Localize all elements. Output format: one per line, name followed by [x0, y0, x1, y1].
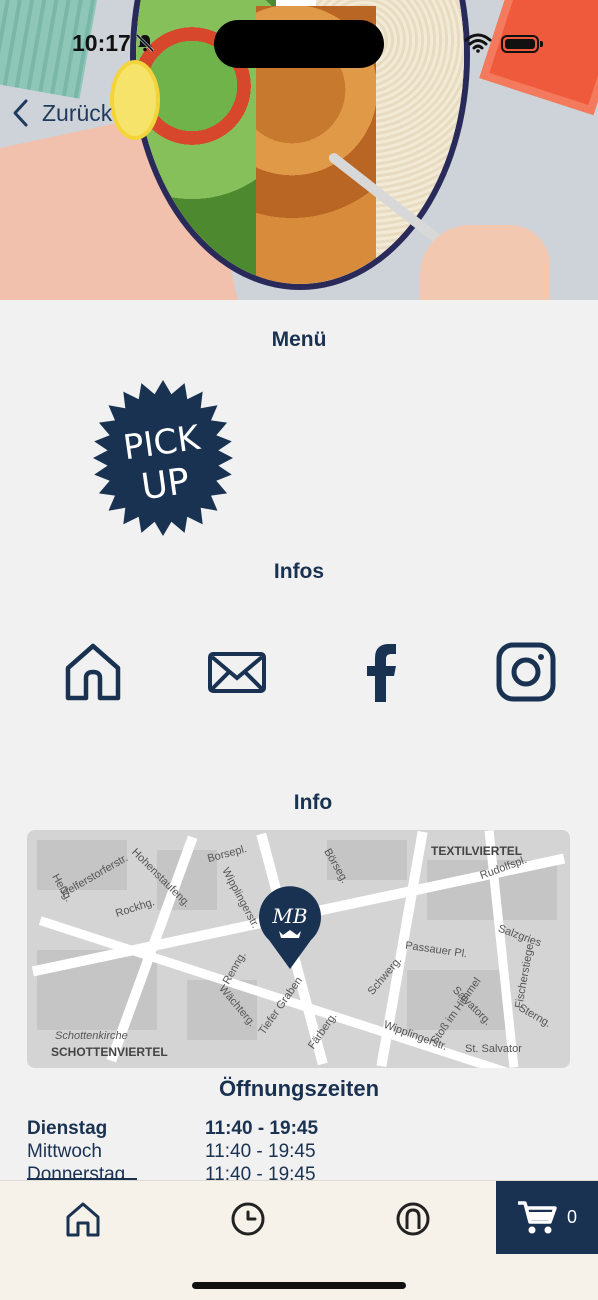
pickup-line2: UP	[139, 461, 192, 508]
map-pin-icon[interactable]: MB	[257, 885, 323, 971]
wifi-icon	[464, 33, 492, 53]
tab-history[interactable]	[228, 1199, 268, 1239]
map-label: St. Salvator	[465, 1043, 522, 1055]
location-map[interactable]: TEXTILVIERTEL Rudolfspl. Hohenstaufeng. …	[27, 830, 570, 1068]
cart-count: 0	[566, 1207, 577, 1227]
pin-logo: MB	[271, 904, 307, 928]
hours-time: 11:40 - 19:45	[205, 1141, 316, 1162]
profile-icon	[396, 1202, 430, 1236]
home-icon[interactable]	[63, 642, 123, 702]
map-label: TEXTILVIERTEL	[431, 844, 523, 858]
info-icon-row	[0, 642, 598, 704]
info-title: Info	[293, 791, 333, 814]
clock-icon	[231, 1202, 265, 1236]
opening-hours-title: Öffnungszeiten	[218, 1076, 380, 1101]
map-label: Sterng.	[516, 1001, 554, 1031]
home-icon	[66, 1202, 100, 1237]
map-label: Wipplingerstr.	[219, 865, 262, 931]
map-label: Schottenkirche	[55, 1030, 128, 1042]
infos-title: Infos	[273, 560, 325, 583]
instagram-icon[interactable]	[496, 642, 556, 702]
dynamic-island	[214, 20, 384, 68]
hours-row: Mittwoch 11:40 - 19:45	[27, 1141, 570, 1164]
back-label: Zurück	[42, 99, 113, 126]
cart-button[interactable]: 0	[496, 1181, 598, 1254]
tab-home[interactable]	[63, 1199, 103, 1239]
chevron-left-icon	[13, 99, 28, 127]
mail-icon[interactable]	[207, 642, 267, 702]
menu-title: Menü	[271, 328, 327, 351]
tab-profile[interactable]	[393, 1199, 433, 1239]
status-time: 10:17	[72, 30, 131, 56]
map-label: SCHOTTENVIERTEL	[51, 1045, 168, 1059]
pickup-badge[interactable]: PICK UP	[85, 380, 241, 536]
opening-hours-list: Dienstag 11:40 - 19:45 Mittwoch 11:40 - …	[27, 1118, 570, 1187]
hand	[420, 225, 550, 300]
hours-row: Dienstag 11:40 - 19:45	[27, 1118, 570, 1141]
bell-muted-icon	[135, 33, 155, 53]
lemon	[110, 60, 160, 140]
hours-day: Dienstag	[27, 1118, 108, 1139]
map-label: Passauer Pl.	[404, 939, 468, 961]
red-tray	[479, 0, 598, 116]
facebook-icon[interactable]	[351, 642, 411, 702]
back-button[interactable]: Zurück	[10, 98, 112, 128]
map-label: Borsepl.	[206, 842, 249, 866]
battery-icon	[501, 35, 543, 53]
home-indicator	[192, 1282, 406, 1289]
map-label: Rockhg.	[114, 896, 157, 920]
map-label: Fischerstiege	[513, 942, 537, 1010]
cart-icon	[517, 1200, 557, 1233]
hours-time: 11:40 - 19:45	[205, 1118, 319, 1139]
hours-day: Mittwoch	[27, 1141, 102, 1162]
